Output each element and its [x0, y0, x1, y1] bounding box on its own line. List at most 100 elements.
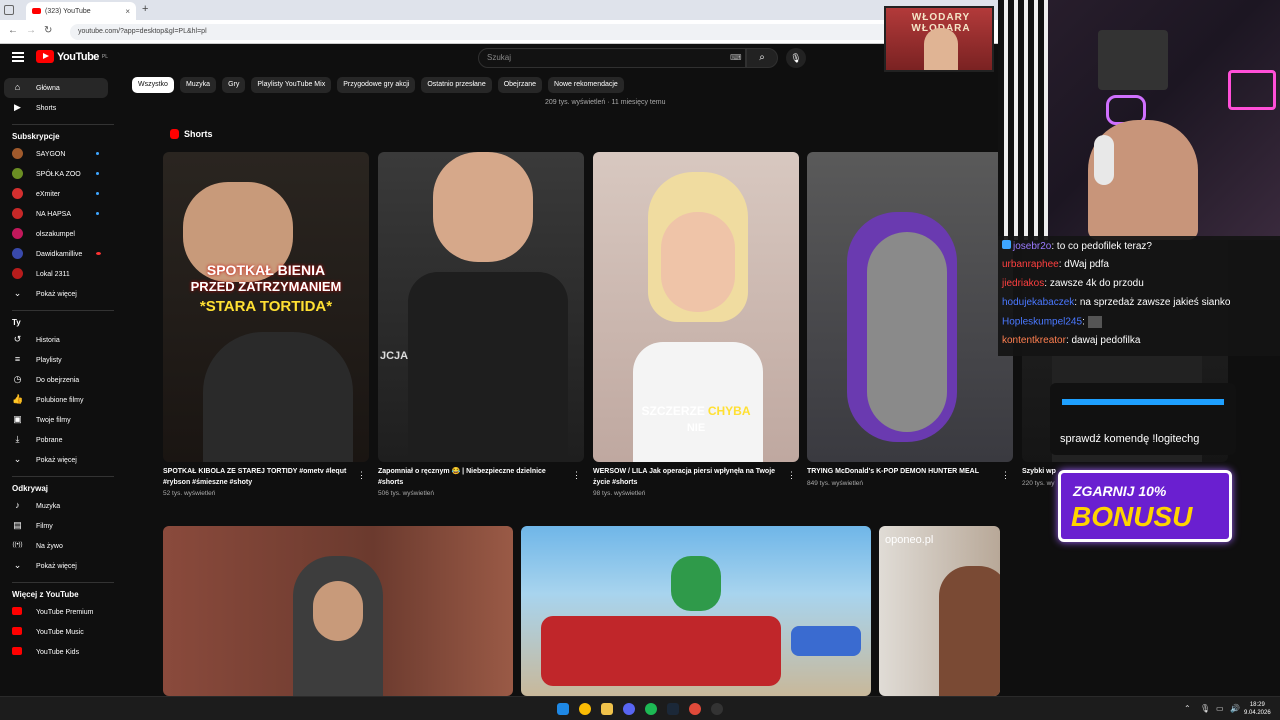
- sidebar-item-shorts[interactable]: ▶ Shorts: [4, 98, 108, 118]
- search-input[interactable]: Szukaj: [478, 48, 746, 68]
- filter-chip[interactable]: Gry: [222, 77, 246, 93]
- sidebar-item-youtube-app[interactable]: YouTube Music: [4, 622, 108, 642]
- obs-icon[interactable]: [711, 703, 723, 715]
- close-tab-icon[interactable]: ×: [125, 7, 130, 16]
- search-button[interactable]: ⌕: [746, 48, 778, 68]
- voice-search-button[interactable]: 🎙: [786, 48, 806, 68]
- face-mask: [867, 232, 947, 432]
- sidebar-item-your-videos[interactable]: ▣ Twoje filmy: [4, 410, 108, 430]
- short-thumbnail[interactable]: SPOTKAŁ BIENIA PRZED ZATRZYMANIEM *STARA T…: [163, 152, 369, 462]
- tray-chevron-icon[interactable]: ⌃: [1184, 704, 1191, 713]
- bonus-overlay: ZGARNIJ 10% BONUSU: [1058, 470, 1232, 542]
- more-options-icon[interactable]: ⋮: [357, 470, 366, 481]
- more-options-icon[interactable]: ⋮: [572, 470, 581, 481]
- volume-icon[interactable]: 🔊: [1230, 704, 1240, 713]
- video-thumbnail[interactable]: [521, 526, 871, 696]
- overlay-caption: SZCZERZE CHYBA: [593, 404, 799, 418]
- sidebar-subscription[interactable]: eXmiter: [4, 184, 108, 204]
- short-title[interactable]: SPOTKAŁ KIBOLA ZE STAREJ TORTIDY #ometv …: [163, 466, 353, 488]
- short-title[interactable]: WERSOW / LILA Jak operacja piersi wpłynę…: [593, 466, 783, 488]
- file-explorer-icon[interactable]: [601, 703, 613, 715]
- steam-icon[interactable]: [667, 703, 679, 715]
- sidebar-item-label: Twoje filmy: [36, 416, 71, 424]
- channel-avatar: [12, 188, 23, 199]
- sidebar-item-watch-later[interactable]: ◷ Do obejrzenia: [4, 370, 108, 390]
- shorts-section-header: Shorts: [170, 129, 213, 139]
- video-thumbnail[interactable]: [163, 526, 513, 696]
- more-options-icon[interactable]: ⋮: [1001, 470, 1010, 481]
- chat-text: dawaj pedofilka: [1071, 335, 1141, 346]
- sidebar-item-like[interactable]: 👍 Polubione filmy: [4, 390, 108, 410]
- banner-figure: [924, 28, 958, 70]
- sidebar-item-youtube-app[interactable]: YouTube Kids: [4, 642, 108, 662]
- subscriptions-heading[interactable]: Subskrypcje: [12, 132, 60, 141]
- clock[interactable]: 18:29 9.04.2026: [1244, 701, 1271, 717]
- sidebar-subscription[interactable]: Dawidkamillive: [4, 244, 108, 264]
- chrome-icon[interactable]: [579, 703, 591, 715]
- spotify-icon[interactable]: [645, 703, 657, 715]
- short-thumbnail[interactable]: SZCZERZE CHYBA NIE: [593, 152, 799, 462]
- streamer-webcam: [998, 0, 1280, 240]
- discord-icon[interactable]: [623, 703, 635, 715]
- microphone-icon: 🎙: [790, 53, 802, 63]
- shorts-heading: Shorts: [184, 129, 213, 139]
- channel-name: SAYGON: [36, 150, 66, 158]
- new-tab-button[interactable]: +: [142, 3, 148, 15]
- sidebar-item-home[interactable]: ⌂ Główna: [4, 78, 108, 98]
- short-thumbnail[interactable]: JCJA: [378, 152, 584, 462]
- sidebar-subscription[interactable]: Lokal 2311: [4, 264, 108, 284]
- ad-thumbnail[interactable]: oponeo.pl: [879, 526, 1000, 696]
- sidebar-item-download[interactable]: ⤓ Pobrane: [4, 430, 108, 450]
- woman-figure: [939, 566, 1000, 696]
- channel-avatar: [12, 228, 23, 239]
- chevron-down-icon: ⌄: [13, 288, 22, 298]
- url-field[interactable]: youtube.com/?app=desktop&gl=PL&hl=pl: [70, 24, 890, 40]
- sidebar-item-film[interactable]: ▤ Filmy: [4, 516, 108, 536]
- sidebar-item-playlist[interactable]: ≡ Playlisty: [4, 350, 108, 370]
- chat-message: urbanraphee: dWaj pdfa: [1002, 259, 1109, 270]
- microphone-tray-icon[interactable]: 🎙: [1200, 704, 1210, 713]
- browser-icon[interactable]: [689, 703, 701, 715]
- filter-chip[interactable]: Przygodowe gry akcji: [337, 77, 416, 93]
- sidebar-item-live[interactable]: ((•)) Na żywo: [4, 536, 108, 556]
- short-card[interactable]: SZCZERZE CHYBA NIE WERSOW / LILA Jak operac…: [593, 152, 799, 497]
- sidebar-subscription[interactable]: SPÓŁKA ZOO: [4, 164, 108, 184]
- browser-tab[interactable]: (323) YouTube ×: [26, 2, 136, 20]
- forward-icon[interactable]: →: [26, 25, 36, 36]
- you-heading[interactable]: Ty: [12, 318, 21, 327]
- menu-icon[interactable]: [12, 52, 24, 62]
- sidebar-item-youtube-app[interactable]: YouTube Premium: [4, 602, 108, 622]
- filter-chip[interactable]: Muzyka: [179, 77, 217, 93]
- more-options-icon[interactable]: ⋮: [787, 470, 796, 481]
- short-title[interactable]: TRYING McDonald's K-POP DEMON HUNTER MEA…: [807, 466, 997, 477]
- tab-actions-icon[interactable]: [4, 5, 14, 15]
- youtube-logo[interactable]: YouTube PL: [36, 50, 108, 63]
- sidebar-subscription[interactable]: SAYGON: [4, 144, 108, 164]
- sidebar-item-chevron-down[interactable]: ⌄ Pokaż więcej: [4, 556, 108, 576]
- short-thumbnail[interactable]: [807, 152, 1013, 462]
- keyboard-icon[interactable]: ⌨: [730, 53, 742, 62]
- sidebar-item-history[interactable]: ↺ Historia: [4, 330, 108, 350]
- clock-date: 9.04.2026: [1244, 710, 1271, 716]
- short-card[interactable]: SPOTKAŁ BIENIA PRZED ZATRZYMANIEM *STARA T…: [163, 152, 369, 497]
- sidebar-subscription[interactable]: NA HAPSA: [4, 204, 108, 224]
- filter-chip[interactable]: Ostatnio przesłane: [421, 77, 492, 93]
- reload-icon[interactable]: ↻: [44, 25, 52, 36]
- overlay-text: SPOTKAŁ BIENIA: [206, 262, 326, 278]
- live-indicator-icon: [96, 252, 101, 255]
- network-icon[interactable]: ▭: [1216, 704, 1224, 713]
- channel-name: olszakumpel: [36, 230, 75, 238]
- filter-chip[interactable]: Playlisty YouTube Mix: [251, 77, 332, 93]
- short-title[interactable]: Zapomniał o ręcznym 😂 | Niebezpieczne dz…: [378, 466, 568, 488]
- show-more-subscriptions[interactable]: ⌄ Pokaż więcej: [4, 284, 108, 304]
- back-icon[interactable]: ←: [8, 25, 18, 36]
- sidebar-item-chevron-down[interactable]: ⌄ Pokaż więcej: [4, 450, 108, 470]
- short-card[interactable]: TRYING McDonald's K-POP DEMON HUNTER MEA…: [807, 152, 1013, 487]
- sidebar-subscription[interactable]: olszakumpel: [4, 224, 108, 244]
- filter-chip[interactable]: Wszystko: [132, 77, 174, 93]
- short-card[interactable]: JCJA Zapomniał o ręcznym 😂 | Niebezpieczn…: [378, 152, 584, 497]
- sidebar-item-music[interactable]: ♪ Muzyka: [4, 496, 108, 516]
- filter-chip[interactable]: Obejrzane: [497, 77, 543, 93]
- windows-start-icon[interactable]: [557, 703, 569, 715]
- filter-chip[interactable]: Nowe rekomendacje: [548, 77, 624, 93]
